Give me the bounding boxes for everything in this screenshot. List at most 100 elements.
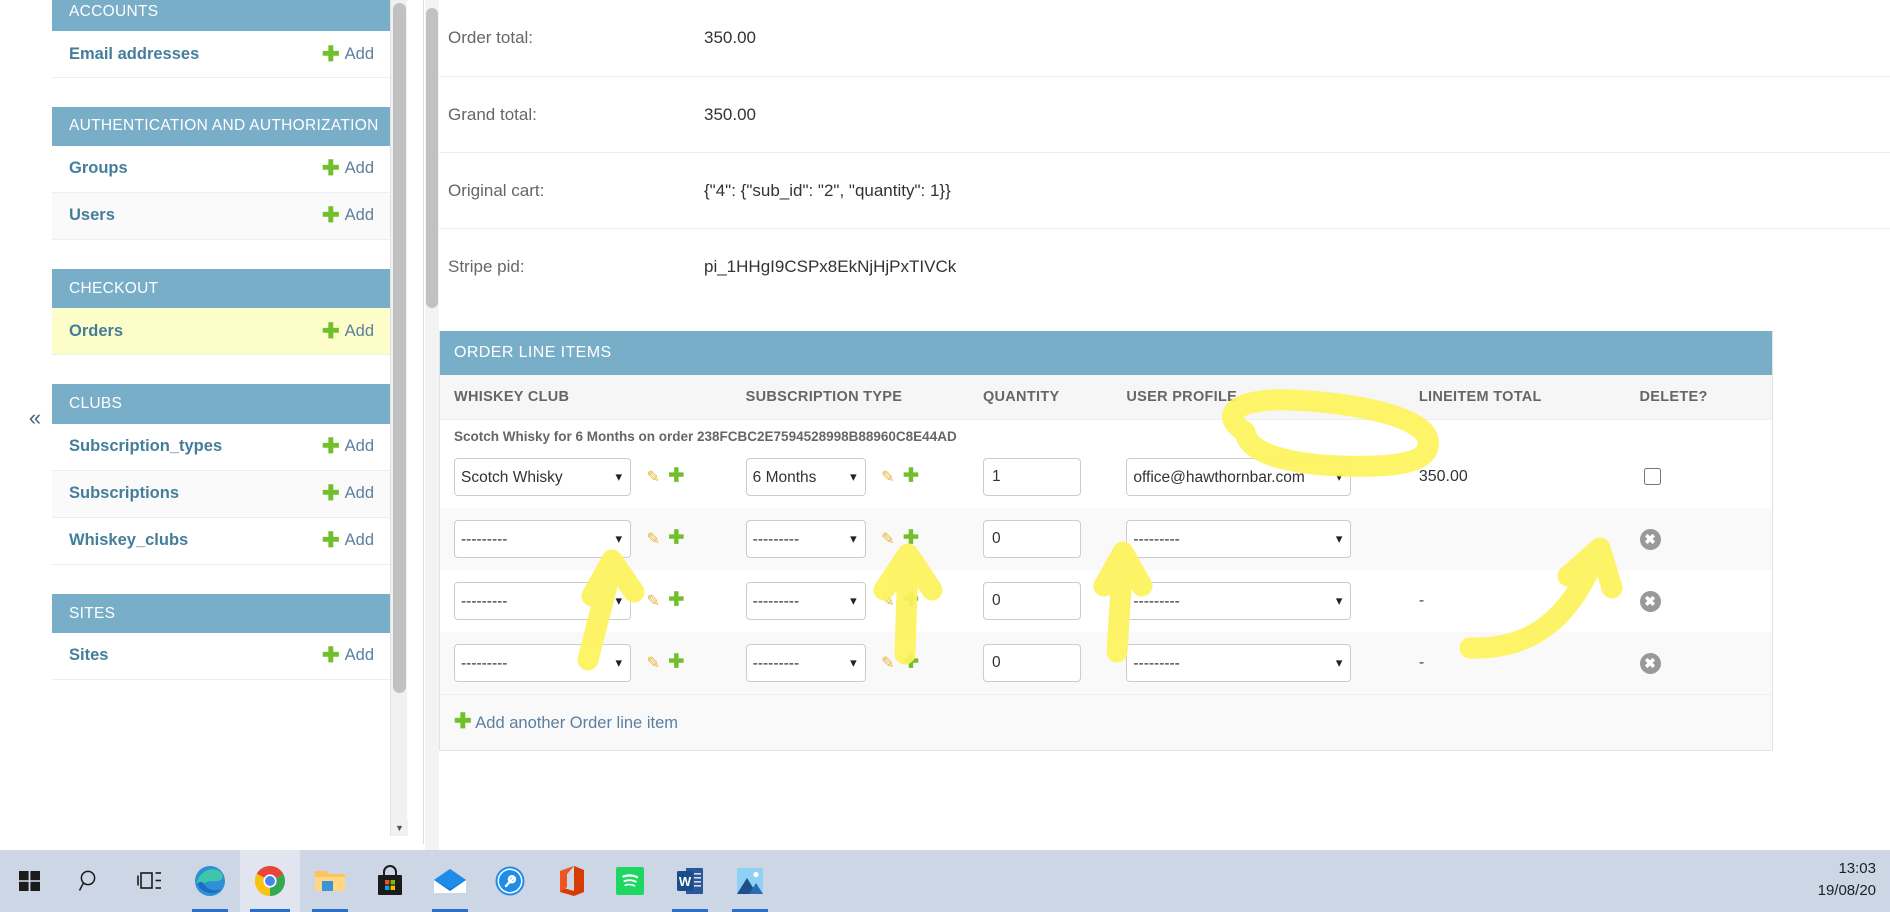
- sidebar-item-label[interactable]: Whiskey_clubs: [69, 531, 188, 550]
- subscription-type-select[interactable]: ---------: [745, 520, 866, 558]
- add-plus-icon[interactable]: ✚: [668, 466, 684, 487]
- add-plus-icon[interactable]: ✚: [903, 528, 919, 549]
- sidebar-add-label: Add: [344, 44, 374, 63]
- taskbar-app-file-explorer[interactable]: [300, 850, 360, 912]
- taskbar-search-button[interactable]: [60, 850, 120, 912]
- screen: « ACCOUNTS Email addresses ✚ Add AUTHENT…: [0, 0, 1890, 912]
- sidebar-item-label[interactable]: Groups: [69, 159, 128, 178]
- sidebar-item-sites[interactable]: Sites ✚ Add: [52, 632, 390, 680]
- sidebar-collapse-toggle[interactable]: «: [18, 407, 52, 429]
- taskbar-app-mail[interactable]: [420, 850, 480, 912]
- sidebar-add-link[interactable]: ✚ Add: [322, 205, 374, 226]
- remove-row-icon[interactable]: ✖: [1639, 590, 1661, 612]
- sidebar-add-link[interactable]: ✚ Add: [322, 321, 374, 342]
- remove-row-icon[interactable]: ✖: [1639, 652, 1661, 674]
- sidebar-item-subscription-types[interactable]: Subscription_types ✚ Add: [52, 423, 390, 471]
- quantity-input[interactable]: [982, 458, 1081, 496]
- subscription-type-select-wrap: 6 Months ▾: [745, 458, 866, 496]
- edit-pencil-icon[interactable]: ✎: [881, 593, 894, 610]
- user-profile-select[interactable]: ---------: [1126, 520, 1352, 558]
- user-profile-select[interactable]: ---------: [1126, 582, 1352, 620]
- sidebar-item-groups[interactable]: Groups ✚ Add: [52, 145, 390, 193]
- sidebar-item-label[interactable]: Orders: [69, 322, 123, 341]
- taskbar-app-tool[interactable]: [480, 850, 540, 912]
- taskbar-app-office[interactable]: [540, 850, 600, 912]
- remove-row-icon[interactable]: ✖: [1639, 528, 1661, 550]
- subscription-type-select[interactable]: 6 Months: [745, 458, 866, 496]
- edit-pencil-icon[interactable]: ✎: [881, 655, 894, 672]
- add-plus-icon[interactable]: ✚: [903, 466, 919, 487]
- add-plus-icon[interactable]: ✚: [668, 652, 684, 673]
- sidebar-add-label: Add: [344, 531, 374, 549]
- quantity-input[interactable]: [982, 644, 1081, 682]
- whiskey-club-select[interactable]: ---------: [454, 644, 631, 682]
- add-plus-icon[interactable]: ✚: [668, 590, 684, 611]
- scroll-down-arrow-icon[interactable]: ▼: [391, 819, 408, 836]
- sidebar-add-link[interactable]: ✚ Add: [322, 158, 374, 179]
- scrollbar-thumb[interactable]: [393, 3, 406, 693]
- sidebar-group-header-clubs: CLUBS: [52, 384, 390, 424]
- whiskey-club-select[interactable]: Scotch Whisky: [454, 458, 631, 496]
- cell-whiskey-club: --------- ▾ ✎ ✚: [440, 570, 746, 632]
- sidebar-item-label[interactable]: Users: [69, 206, 115, 225]
- sidebar-item-label[interactable]: Subscription_types: [69, 437, 222, 456]
- taskbar-app-microsoft-store[interactable]: [360, 850, 420, 912]
- plus-icon: ✚: [322, 204, 340, 228]
- add-another-label: Add another Order line item: [475, 714, 678, 732]
- sidebar-item-label[interactable]: Email addresses: [69, 45, 199, 64]
- user-profile-select[interactable]: ---------: [1126, 644, 1352, 682]
- task-view-button[interactable]: [120, 850, 180, 912]
- taskbar-app-spotify[interactable]: [600, 850, 660, 912]
- lineitem-total-value: -: [1418, 592, 1425, 609]
- windows-start-button[interactable]: [0, 850, 60, 912]
- field-label: Original cart:: [448, 180, 545, 200]
- sidebar-item-whiskey-clubs[interactable]: Whiskey_clubs ✚ Add: [52, 517, 390, 565]
- subscription-type-select[interactable]: ---------: [745, 644, 866, 682]
- edit-pencil-icon[interactable]: ✎: [881, 469, 894, 486]
- whiskey-club-select[interactable]: ---------: [454, 520, 631, 558]
- field-value: pi_1HHgI9CSPx8EkNjHjPxTIVCk: [704, 256, 957, 276]
- edit-pencil-icon[interactable]: ✎: [881, 531, 894, 548]
- sidebar-item-email-addresses[interactable]: Email addresses ✚ Add: [52, 31, 390, 79]
- whiskey-club-select[interactable]: ---------: [454, 582, 631, 620]
- scroll-up-arrow-icon[interactable]: ▲: [391, 0, 408, 1]
- delete-checkbox[interactable]: [1643, 467, 1661, 485]
- field-row-grand-total: Grand total: 350.00: [439, 76, 1890, 152]
- page-scrollbar[interactable]: [425, 0, 439, 850]
- sidebar-add-link[interactable]: ✚ Add: [322, 44, 374, 65]
- cell-delete: ✖: [1639, 508, 1772, 570]
- add-plus-icon[interactable]: ✚: [668, 528, 684, 549]
- sidebar-item-orders[interactable]: Orders ✚ Add: [52, 308, 390, 356]
- whiskey-club-select-wrap: --------- ▾: [454, 520, 631, 558]
- add-plus-icon[interactable]: ✚: [903, 590, 919, 611]
- taskbar-app-word[interactable]: W: [660, 850, 720, 912]
- taskbar-app-edge[interactable]: [180, 850, 240, 912]
- edit-pencil-icon[interactable]: ✎: [646, 593, 659, 610]
- sidebar-item-label[interactable]: Sites: [69, 646, 108, 665]
- add-another-order-line-item-link[interactable]: ✚ Add another Order line item: [454, 710, 678, 733]
- user-profile-select[interactable]: office@hawthornbar.com: [1126, 458, 1352, 496]
- edit-pencil-icon[interactable]: ✎: [646, 531, 659, 548]
- sidebar-add-link[interactable]: ✚ Add: [322, 483, 374, 504]
- field-row-stripe-pid: Stripe pid: pi_1HHgI9CSPx8EkNjHjPxTIVCk: [439, 228, 1890, 304]
- sidebar-item-label[interactable]: Subscriptions: [69, 484, 179, 503]
- plus-icon: ✚: [454, 710, 472, 733]
- sidebar-scrollbar[interactable]: ▲ ▼: [390, 0, 408, 836]
- taskbar-app-photos[interactable]: [720, 850, 780, 912]
- sidebar-add-link[interactable]: ✚ Add: [322, 530, 374, 551]
- cell-quantity: [982, 508, 1127, 570]
- quantity-input[interactable]: [982, 520, 1081, 558]
- scrollbar-thumb[interactable]: [426, 8, 438, 308]
- subscription-type-select[interactable]: ---------: [745, 582, 866, 620]
- taskbar-app-chrome[interactable]: [240, 850, 300, 912]
- edit-pencil-icon[interactable]: ✎: [646, 655, 659, 672]
- edit-pencil-icon[interactable]: ✎: [646, 469, 659, 486]
- quantity-input[interactable]: [982, 582, 1081, 620]
- cell-whiskey-club: Scotch Whisky ▾ ✎ ✚: [440, 446, 746, 508]
- sidebar-item-users[interactable]: Users ✚ Add: [52, 192, 390, 240]
- sidebar-item-subscriptions[interactable]: Subscriptions ✚ Add: [52, 470, 390, 518]
- add-plus-icon[interactable]: ✚: [903, 652, 919, 673]
- taskbar-clock[interactable]: 13:03 19/08/20: [1818, 858, 1876, 902]
- sidebar-add-link[interactable]: ✚ Add: [322, 436, 374, 457]
- sidebar-add-link[interactable]: ✚ Add: [322, 645, 374, 666]
